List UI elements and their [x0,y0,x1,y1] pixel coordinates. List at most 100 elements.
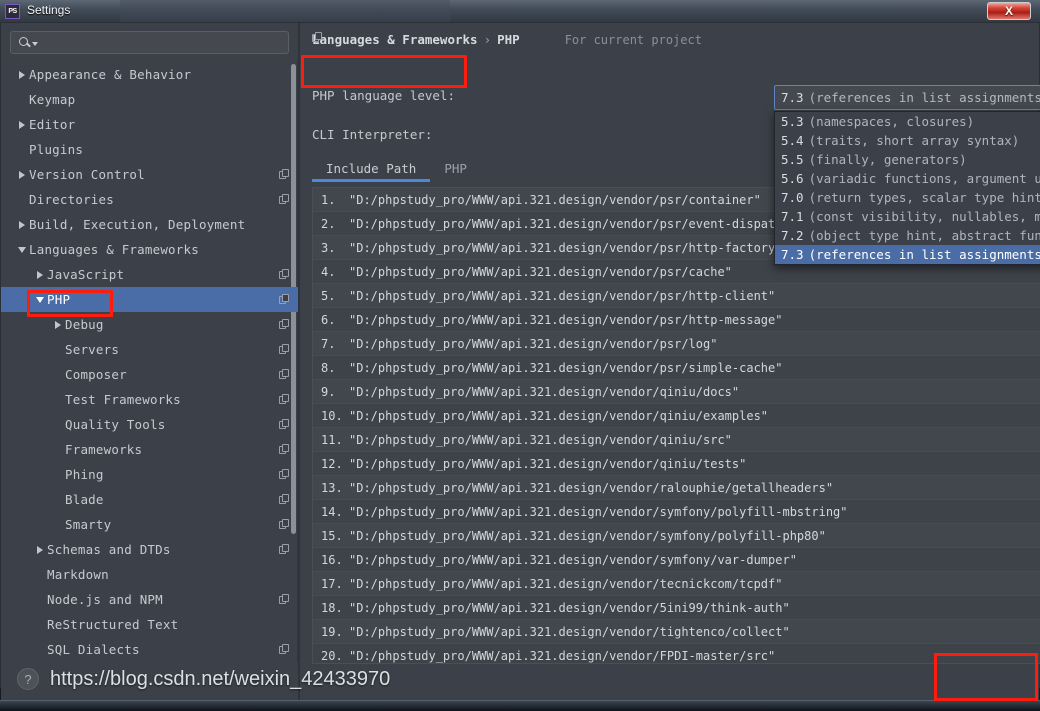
sidebar-item-version-control[interactable]: Version Control [1,162,298,187]
chevron-right-icon[interactable] [51,321,65,329]
dropdown-option-5-6[interactable]: 5.6(variadic functions, argument unpacki… [775,169,1040,188]
copy-icon [279,319,290,330]
sidebar-item-schemas-and-dtds[interactable]: Schemas and DTDs [1,537,298,562]
include-path-index: 11. [321,433,349,447]
sidebar-item-editor[interactable]: Editor [1,112,298,137]
dropdown-option-version: 7.2 [781,228,804,243]
sidebar-item-restructured-text[interactable]: ReStructured Text [1,612,298,637]
sidebar-item-quality-tools[interactable]: Quality Tools [1,412,298,437]
chevron-down-icon[interactable] [15,247,29,253]
sidebar-item-smarty[interactable]: Smarty [1,512,298,537]
help-icon[interactable]: ? [17,668,39,690]
include-path-value: "D:/phpstudy_pro/WWW/api.321.design/vend… [349,289,775,303]
search-input[interactable] [38,36,288,50]
sidebar-item-frameworks[interactable]: Frameworks [1,437,298,462]
dropdown-option-7-1[interactable]: 7.1(const visibility, nullables, multipl… [775,207,1040,226]
chevron-right-icon[interactable] [33,271,47,279]
include-path-value: "D:/phpstudy_pro/WWW/api.321.design/vend… [349,313,782,327]
sidebar-item-label: Keymap [29,92,75,107]
include-path-row[interactable]: 6."D:/phpstudy_pro/WWW/api.321.design/ve… [313,308,1040,332]
include-path-row[interactable]: 13."D:/phpstudy_pro/WWW/api.321.design/v… [313,476,1040,500]
sidebar-item-build-execution-deployment[interactable]: Build, Execution, Deployment [1,212,298,237]
sidebar-item-keymap[interactable]: Keymap [1,87,298,112]
phpstorm-icon: PS [5,4,20,19]
include-path-row[interactable]: 18."D:/phpstudy_pro/WWW/api.321.design/v… [313,596,1040,620]
dropdown-option-5-5[interactable]: 5.5 (finally, generators) [775,150,1040,169]
dropdown-option-description: (namespaces, closures) [809,114,975,129]
sidebar-item-directories[interactable]: Directories [1,187,298,212]
php-language-level-combobox[interactable]: 7.3 (references in list assignments, fle… [774,85,1040,110]
include-path-index: 19. [321,625,349,639]
dialog-body: Appearance & Behavior Keymap EditorPlugins… [1,23,1039,706]
sidebar-item-javascript[interactable]: JavaScript [1,262,298,287]
dropdown-option-5-3[interactable]: 5.3(namespaces, closures) [775,112,1040,131]
include-path-row[interactable]: 5."D:/phpstudy_pro/WWW/api.321.design/ve… [313,284,1040,308]
sidebar-item-label: Markdown [47,567,109,582]
sidebar-item-label: Servers [65,342,119,357]
chevron-right-icon[interactable] [15,171,29,179]
search-icon [18,36,31,49]
sidebar-item-label: Phing [65,467,104,482]
dropdown-option-5-4[interactable]: 5.4(traits, short array syntax) [775,131,1040,150]
include-path-row[interactable]: 10."D:/phpstudy_pro/WWW/api.321.design/v… [313,404,1040,428]
combo-version: 7.3 [781,90,804,105]
settings-tabs[interactable]: Include PathPHP [312,157,782,183]
sidebar-item-label: JavaScript [47,267,124,282]
sidebar-item-blade[interactable]: Blade [1,487,298,512]
include-path-row[interactable]: 9."D:/phpstudy_pro/WWW/api.321.design/ve… [313,380,1040,404]
search-box[interactable] [10,31,289,54]
breadcrumb-parent[interactable]: Languages & Frameworks [312,32,478,47]
include-path-index: 13. [321,481,349,495]
include-path-row[interactable]: 8."D:/phpstudy_pro/WWW/api.321.design/ve… [313,356,1040,380]
settings-sidebar: Appearance & Behavior Keymap EditorPlugins… [1,23,298,706]
include-path-row[interactable]: 19."D:/phpstudy_pro/WWW/api.321.design/v… [313,620,1040,644]
chevron-right-icon[interactable] [15,71,29,79]
copy-icon [279,644,290,655]
include-path-row[interactable]: 20."D:/phpstudy_pro/WWW/api.321.design/v… [313,644,1040,664]
sidebar-item-appearance-behavior[interactable]: Appearance & Behavior [1,62,298,87]
php-language-level-dropdown[interactable]: 5.3(namespaces, closures)5.4(traits, sho… [774,111,1040,265]
chevron-right-icon[interactable] [15,221,29,229]
dropdown-option-7-2[interactable]: 7.2(object type hint, abstract function … [775,226,1040,245]
breadcrumb-current: PHP [497,32,520,47]
dropdown-option-7-3[interactable]: 7.3(references in list assignments, flex… [775,245,1040,264]
include-path-value: "D:/phpstudy_pro/WWW/api.321.design/vend… [349,217,811,231]
chevron-right-icon[interactable] [33,546,47,554]
chevron-right-icon[interactable] [15,121,29,129]
sidebar-item-markdown[interactable]: Markdown [1,562,298,587]
close-icon[interactable]: X [987,2,1031,20]
include-path-value: "D:/phpstudy_pro/WWW/api.321.design/vend… [349,193,761,207]
sidebar-item-label: Node.js and NPM [47,592,163,607]
sidebar-item-php[interactable]: PHP [1,287,298,312]
include-path-row[interactable]: 11."D:/phpstudy_pro/WWW/api.321.design/v… [313,428,1040,452]
include-path-row[interactable]: 14."D:/phpstudy_pro/WWW/api.321.design/v… [313,500,1040,524]
include-path-row[interactable]: 12."D:/phpstudy_pro/WWW/api.321.design/v… [313,452,1040,476]
copy-icon [279,419,290,430]
include-path-row[interactable]: 7."D:/phpstudy_pro/WWW/api.321.design/ve… [313,332,1040,356]
sidebar-item-node-js-and-npm[interactable]: Node.js and NPM [1,587,298,612]
tab-include-path[interactable]: Include Path [312,161,430,182]
sidebar-item-languages-frameworks[interactable]: Languages & Frameworks [1,237,298,262]
sidebar-item-servers[interactable]: Servers [1,337,298,362]
window-title: Settings [27,3,70,17]
dropdown-option-version: 5.5 [781,152,804,167]
chevron-down-icon[interactable] [33,297,47,303]
dropdown-option-description: (variadic functions, argument unpacking) [809,171,1040,186]
include-path-row[interactable]: 17."D:/phpstudy_pro/WWW/api.321.design/v… [313,572,1040,596]
sidebar-item-plugins[interactable]: Plugins [1,137,298,162]
sidebar-item-sql-dialects[interactable]: SQL Dialects [1,637,298,662]
sidebar-item-composer[interactable]: Composer [1,362,298,387]
include-path-row[interactable]: 16."D:/phpstudy_pro/WWW/api.321.design/v… [313,548,1040,572]
include-path-value: "D:/phpstudy_pro/WWW/api.321.design/vend… [349,553,797,567]
settings-tree[interactable]: Appearance & Behavior Keymap EditorPlugins… [1,60,298,662]
sidebar-item-debug[interactable]: Debug [1,312,298,337]
tab-php[interactable]: PHP [430,161,481,182]
settings-dialog: Appearance & Behavior Keymap EditorPlugins… [0,22,1040,688]
dropdown-option-description: (finally, generators) [809,152,967,167]
dropdown-option-7-0[interactable]: 7.0(return types, scalar type hints) [775,188,1040,207]
sidebar-item-label: Quality Tools [65,417,165,432]
dropdown-option-version: 7.0 [781,190,804,205]
sidebar-item-test-frameworks[interactable]: Test Frameworks [1,387,298,412]
sidebar-item-phing[interactable]: Phing [1,462,298,487]
include-path-row[interactable]: 15."D:/phpstudy_pro/WWW/api.321.design/v… [313,524,1040,548]
